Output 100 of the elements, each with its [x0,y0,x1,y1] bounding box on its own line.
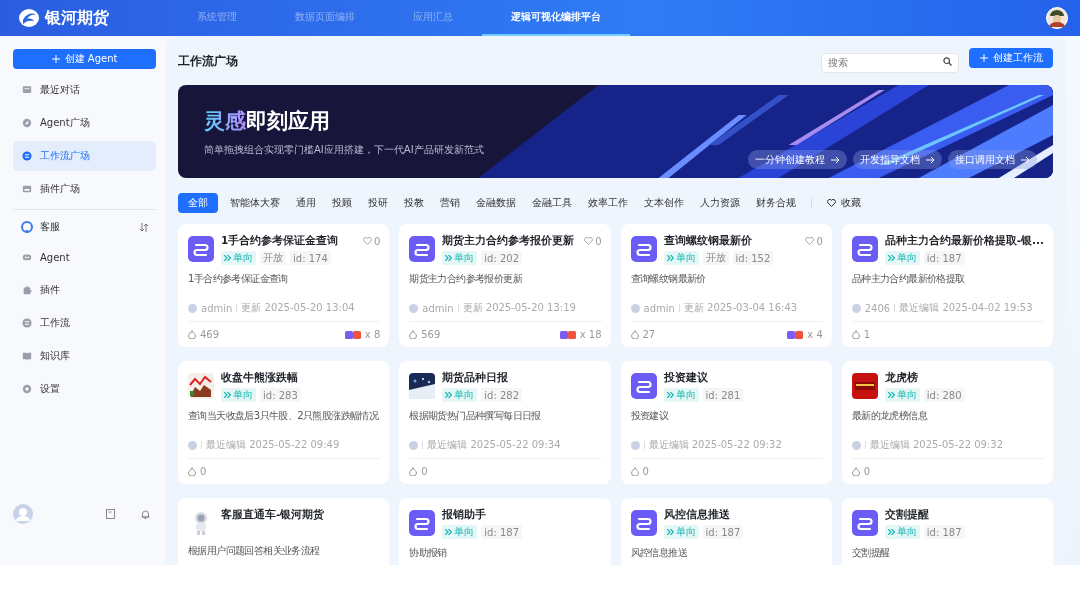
create-agent-button[interactable]: 创建 Agent [13,49,156,69]
card-title: 品种主力合约最新价格提取-银... [884,234,1045,248]
direction-tag: 单向 [663,388,699,402]
chevrons-icon [666,255,674,261]
search-icon[interactable] [943,57,952,66]
card-description: 风控信息推送 [630,546,688,560]
workflow-icon [22,318,32,328]
card-title: 投资建议 [663,371,709,385]
workflow-card[interactable]: 交割提醒 单向 id: 187 交割提醒 [841,498,1053,565]
direction-tag: 单向 [442,525,478,539]
sidebar-item[interactable]: 知识库 [13,341,156,371]
call-count: x 18 [579,329,602,340]
workflow-icon [22,151,32,161]
sidebar-item[interactable]: 最近对话 [13,75,156,105]
heart-icon [805,237,815,245]
workflow-icon [188,236,214,262]
fire-icon [409,467,418,476]
card-tag: id: 187 [923,525,965,539]
user-avatar [630,440,640,450]
card-description: 根据期货热门品种撰写每日日报 [409,409,542,423]
sidebar-item[interactable]: 工作流 [13,308,156,338]
category-tab[interactable]: 财务合规 [749,193,803,213]
direction-tag: 单向 [221,388,256,402]
direction-tag: 单向 [884,388,920,402]
category-tab[interactable]: 通用 [289,193,323,213]
arrow-icon [926,155,935,164]
sidebar-item[interactable]: 设置 [13,374,156,404]
favorites-tab[interactable]: 收藏 [820,193,868,213]
sidebar-item[interactable]: 插件 [13,275,156,305]
direction-tag: 单向 [663,525,699,539]
workflow-card[interactable]: 期货品种日报 单向 id: 282 根据期货热门品种撰写每日日报 最近编辑 2025-05-22 09:34 0 [399,361,611,484]
plugin-icon [22,184,32,194]
category-tab[interactable]: 投研 [361,193,395,213]
create-workflow-button[interactable]: 创建工作流 [969,48,1053,68]
search-field[interactable]: 搜索 [821,52,959,73]
category-tab[interactable]: 金融工具 [525,193,579,213]
card-title: 期货品种日报 [442,371,510,385]
card-description: 查询螺纹钢最新价 [630,272,707,286]
banner-subtitle: 简单拖拽组合实现零门槛AI应用搭建，下一代AI产品研发新范式 [204,143,484,157]
category-tab[interactable]: 智能体大赛 [223,193,287,213]
workflow-icon [851,510,878,536]
user-avatar[interactable] [1046,7,1068,29]
category-tab[interactable]: 金融数据 [469,193,523,213]
category-tab[interactable]: 投教 [397,193,431,213]
card-description: 1手合约参考保证金查询 [188,272,289,286]
bell-icon[interactable] [141,509,150,519]
workflow-card[interactable]: 查询螺纹钢最新价 0 单向 开放 id: 152 查询螺纹钢最新价 admin 更新 2025-03-04 16:43 27 x 4 [620,224,832,347]
chevrons-icon [887,255,895,261]
workflow-card[interactable]: 收盘牛熊涨跌幅 单向 id: 283 查询当天收盘后3只牛股、2只熊股涨跌幅情况 最近编辑 2025-05-22 09:49 0 [178,361,390,484]
workflow-icon [851,236,878,262]
category-tab[interactable]: 全部 [178,193,218,213]
sidebar-item[interactable]: 插件广场 [13,174,156,204]
settings-icon [22,384,32,394]
chat-icon [22,85,32,95]
fire-icon [188,467,196,476]
sidebar-item[interactable]: 工作流广场 [13,141,156,171]
card-description: 品种主力合约最新价格提取 [851,272,966,286]
workflow-card[interactable]: 品种主力合约最新价格提取-银... 单向 id: 187 品种主力合约最新价格提取 2406 最近编辑 2025-04-02 19:53 1 [841,224,1053,347]
doc-link[interactable]: 一分钟创建教程 [748,150,847,169]
category-tab[interactable]: 营销 [433,193,467,213]
card-tag: id: 202 [481,251,522,265]
workflow-card[interactable]: 1手合约参考保证金查询 0 单向 开放 id: 174 1手合约参考保证金查询 admin 更新 2025-05-20 13:04 469 x 8 [178,224,390,347]
card-title: 客服直通车-银河期货 [221,508,326,522]
usage-count: 0 [200,466,207,477]
usage-count: 27 [642,329,656,340]
usage-count: 0 [421,466,428,477]
workflow-card[interactable]: 风控信息推送 单向 id: 187 风控信息推送 [620,498,832,565]
category-tab[interactable]: 效率工作 [581,193,635,213]
direction-tag: 单向 [884,525,920,539]
card-tag: id: 187 [702,525,744,539]
category-tab[interactable]: 人力资源 [693,193,747,213]
update-time: 最近编辑 2025-05-22 09:32 [869,438,1004,452]
card-tag: id: 280 [923,388,965,402]
heart-icon [584,237,594,245]
sidebar-item[interactable]: Agent [13,242,156,272]
card-tag: id: 174 [290,251,331,265]
sort-icon[interactable] [140,222,148,232]
robot-icon [22,252,32,262]
chevrons-icon [887,392,895,398]
chevrons-icon [666,392,674,398]
chevrons-icon [224,392,231,398]
update-time: 最近编辑 2025-05-22 09:49 [206,438,340,452]
document-icon[interactable] [106,509,115,519]
workflow-card[interactable]: 龙虎榜 单向 id: 280 最新的龙虎榜信息 最近编辑 2025-05-22 09:32 0 [841,361,1053,484]
user-avatar [188,303,197,313]
doc-link[interactable]: 开发指导文档 [853,150,942,169]
workflow-card[interactable]: 期货主力合约参考报价更新 0 单向 id: 202 期货主力合约参考报价更新 admin 更新 2025-05-20 13:19 569 x 18 [399,224,611,347]
workflow-card[interactable]: 投资建议 单向 id: 281 投资建议 最近编辑 2025-05-22 09:32 0 [620,361,832,484]
chevrons-icon [445,255,453,261]
author-name: admin [422,302,454,314]
workflow-card[interactable]: 客服直通车-银河期货 根据用户问题回答相关业务流程 [178,498,390,565]
workflow-card[interactable]: 报销助手 单向 id: 187 协助报销 [399,498,611,565]
category-tab[interactable]: 投顾 [325,193,359,213]
plus-icon [51,55,60,63]
fire-icon [851,330,860,339]
category-tab[interactable]: 文本创作 [637,193,691,213]
fire-icon [851,467,860,476]
card-title: 风控信息推送 [663,508,731,522]
sidebar-item[interactable]: Agent广场 [13,108,156,138]
chevrons-icon [887,529,895,535]
